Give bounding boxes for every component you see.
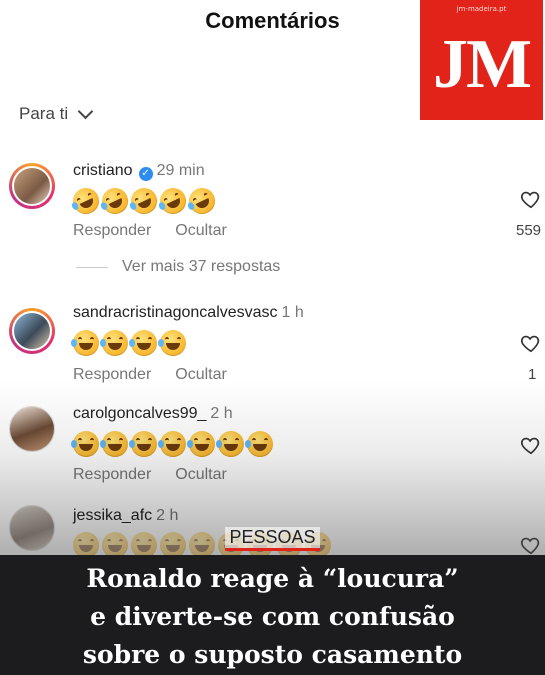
rofl-emoji-icon bbox=[184, 183, 220, 219]
comment-author[interactable]: cristiano ✓ 29 min bbox=[73, 162, 205, 181]
laughing-emoji-icon bbox=[187, 431, 215, 457]
laughing-emoji-icon bbox=[216, 431, 244, 457]
comment-actions: Responder Ocultar bbox=[73, 466, 227, 484]
laughing-emoji-icon bbox=[158, 330, 186, 356]
comment-text bbox=[71, 431, 273, 457]
username[interactable]: jessika_afc bbox=[73, 507, 152, 524]
logo-url: jm-madeira.pt bbox=[456, 5, 507, 13]
rofl-emoji-icon bbox=[155, 183, 191, 219]
hide-button[interactable]: Ocultar bbox=[175, 222, 227, 239]
like-count: 559 bbox=[516, 222, 542, 239]
headline-line: e diverte-se com confusão bbox=[90, 602, 455, 631]
comment-time: 1 h bbox=[281, 304, 304, 321]
username[interactable]: carolgoncalves99_ bbox=[73, 405, 206, 422]
sort-label: Para ti bbox=[19, 104, 69, 123]
comment-time: 29 min bbox=[156, 162, 205, 179]
sort-dropdown[interactable]: Para ti bbox=[19, 103, 94, 124]
comment-text bbox=[68, 183, 220, 219]
hide-button[interactable]: Ocultar bbox=[175, 466, 227, 483]
heart-icon[interactable] bbox=[520, 332, 542, 354]
comment-actions: Responder Ocultar bbox=[73, 222, 227, 240]
rofl-emoji-icon bbox=[68, 183, 104, 219]
screenshot: Comentários jm-madeira.pt JM Para ti cri… bbox=[0, 0, 545, 675]
comment-time: 2 h bbox=[210, 405, 233, 422]
like-count: 1 bbox=[528, 366, 537, 383]
avatar[interactable] bbox=[9, 163, 55, 209]
divider bbox=[76, 266, 108, 268]
laughing-emoji-icon bbox=[158, 431, 186, 457]
laughing-emoji-icon bbox=[129, 330, 157, 356]
headline: Ronaldo reage à “loucura” e diverte-se c… bbox=[0, 560, 545, 674]
heart-icon[interactable] bbox=[520, 434, 542, 456]
hide-button[interactable]: Ocultar bbox=[175, 366, 227, 383]
headline-line: sobre o suposto casamento bbox=[82, 640, 463, 669]
comment-time: 2 h bbox=[156, 507, 179, 524]
section-tag: PESSOAS bbox=[0, 527, 545, 551]
reply-button[interactable]: Responder bbox=[73, 466, 151, 483]
username[interactable]: cristiano bbox=[73, 162, 133, 179]
rofl-emoji-icon bbox=[97, 183, 133, 219]
section-label: PESSOAS bbox=[225, 527, 320, 551]
reply-button[interactable]: Responder bbox=[73, 366, 151, 383]
username[interactable]: sandracristinagoncalvesvasc bbox=[73, 304, 278, 321]
chevron-down-icon bbox=[77, 103, 94, 119]
view-more-replies[interactable]: Ver mais 37 respostas bbox=[76, 258, 280, 276]
jm-logo: jm-madeira.pt JM bbox=[420, 0, 543, 120]
laughing-emoji-icon bbox=[100, 431, 128, 457]
headline-line: Ronaldo reage à “loucura” bbox=[86, 564, 459, 593]
laughing-emoji-icon bbox=[129, 431, 157, 457]
verified-badge-icon: ✓ bbox=[138, 167, 153, 181]
avatar[interactable] bbox=[9, 406, 55, 452]
logo-text: JM bbox=[432, 26, 532, 103]
heart-icon[interactable] bbox=[520, 188, 542, 210]
view-more-label: Ver mais 37 respostas bbox=[122, 258, 281, 275]
comment-author[interactable]: sandracristinagoncalvesvasc 1 h bbox=[73, 304, 304, 322]
comment-text bbox=[71, 330, 186, 356]
comment-actions: Responder Ocultar bbox=[73, 366, 227, 384]
laughing-emoji-icon bbox=[245, 431, 273, 457]
laughing-emoji-icon bbox=[71, 330, 99, 356]
reply-button[interactable]: Responder bbox=[73, 222, 151, 239]
laughing-emoji-icon bbox=[71, 431, 99, 457]
comment-author[interactable]: carolgoncalves99_ 2 h bbox=[73, 405, 233, 423]
laughing-emoji-icon bbox=[100, 330, 128, 356]
avatar[interactable] bbox=[9, 308, 55, 354]
rofl-emoji-icon bbox=[126, 183, 162, 219]
comment-author[interactable]: jessika_afc 2 h bbox=[73, 507, 178, 525]
